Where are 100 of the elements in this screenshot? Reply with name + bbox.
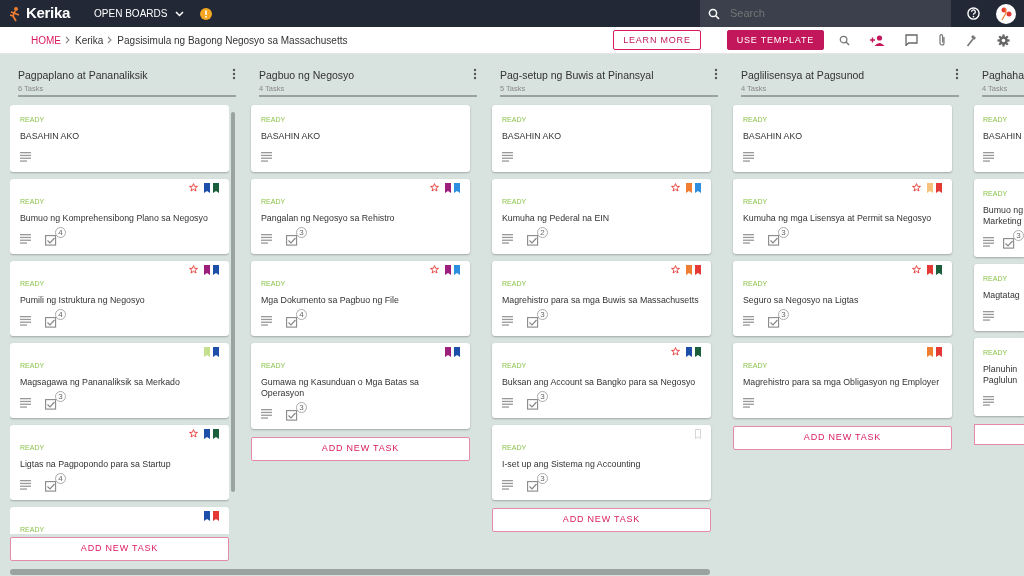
task-title: Magrehistro para sa mga Buwis sa Massachusetts (502, 294, 700, 306)
help-icon[interactable] (967, 7, 980, 20)
kebab-menu-icon[interactable] (232, 68, 236, 80)
settings-icon[interactable] (997, 33, 1010, 47)
add-task-button[interactable]: ADD NEW TASK (733, 425, 952, 450)
alert-icon (200, 7, 213, 20)
star-icon[interactable] (912, 182, 921, 192)
description-icon (502, 234, 513, 245)
checklist-count: 3 (537, 390, 548, 402)
description-icon (983, 152, 994, 163)
paperclip-icon[interactable] (938, 33, 946, 47)
task-title: Magtatag (983, 289, 1021, 301)
description-icon (502, 398, 513, 409)
description-icon (502, 480, 513, 491)
checklist-icon (1003, 235, 1015, 249)
description-icon (743, 316, 754, 327)
task-title: Pangalan ng Negosyo sa Rehistro (261, 212, 396, 224)
star-icon[interactable] (189, 428, 198, 438)
star-icon[interactable] (189, 182, 198, 192)
star-icon[interactable] (671, 346, 680, 356)
kebab-menu-icon[interactable] (473, 68, 477, 80)
description-icon (983, 396, 994, 407)
search-bar[interactable]: Search (700, 0, 951, 27)
chevron-icon (107, 36, 114, 44)
kebab-menu-icon[interactable] (714, 68, 718, 80)
description-icon (261, 316, 272, 327)
checklist-count: 4 (296, 308, 307, 320)
task-title: Gumawa ng Kasunduan o Mga Batas sa Operasyon (261, 376, 420, 399)
breadcrumb-item[interactable]: Kerika (75, 32, 104, 48)
add-task-button[interactable]: ADD NEW TASK (10, 536, 229, 561)
column-title: Paglilisensya at Pagsunod (741, 68, 866, 83)
description-icon (261, 234, 272, 245)
column-title: Paghaha (982, 68, 1024, 83)
search-icon (708, 7, 720, 20)
task-title: I-set up ang Sistema ng Accounting (502, 458, 642, 470)
task-title: BASAHIN AKO (743, 130, 804, 142)
task-title: Planuhin Paglulun (983, 363, 1019, 386)
checklist-icon (45, 314, 57, 328)
checklist-count: 2 (537, 226, 548, 238)
checklist-count: 3 (1013, 229, 1024, 241)
kebab-menu-icon[interactable] (955, 68, 959, 80)
checklist-icon (527, 396, 539, 410)
checklist-count: 3 (296, 401, 307, 413)
breadcrumb-item[interactable]: Pagsisimula ng Bagong Negosyo sa Massachusetts (117, 32, 348, 48)
description-icon (20, 152, 31, 163)
checklist-icon (45, 478, 57, 492)
checklist-count: 3 (55, 390, 66, 402)
add-person-icon[interactable] (870, 34, 885, 46)
description-icon (502, 152, 513, 163)
description-icon (743, 398, 754, 409)
add-task-button[interactable] (974, 423, 1024, 445)
checklist-icon (286, 232, 298, 246)
app-logo[interactable]: Kerika (26, 2, 71, 25)
chevron-icon (65, 36, 71, 44)
task-title: BASAHIN AKO (261, 130, 322, 142)
checklist-icon (768, 314, 780, 328)
checklist-icon (768, 232, 780, 246)
search-icon[interactable] (839, 34, 850, 46)
chat-icon[interactable] (905, 34, 918, 46)
checklist-count: 3 (537, 308, 548, 320)
star-icon[interactable] (671, 182, 680, 192)
star-icon[interactable] (430, 264, 439, 274)
task-title: BASAHIN AKO (502, 130, 563, 142)
description-icon (983, 237, 994, 248)
checklist-icon (527, 314, 539, 328)
checklist-count: 3 (778, 226, 789, 238)
wand-icon[interactable] (966, 33, 977, 47)
star-icon[interactable] (671, 264, 680, 274)
task-title: Pumili ng Istruktura ng Negosyo (20, 294, 146, 306)
checklist-icon (45, 396, 57, 410)
task-title: Kumuha ng mga Lisensya at Permit sa Negosyo (743, 212, 933, 224)
star-icon[interactable] (430, 182, 439, 192)
star-icon[interactable] (189, 264, 198, 274)
checklist-count: 3 (296, 226, 307, 238)
checklist-count: 4 (55, 226, 66, 238)
description-icon (20, 316, 31, 327)
column-title: Pag-setup ng Buwis at Pinansyal (500, 68, 655, 83)
checklist-count: 4 (55, 472, 66, 484)
checklist-icon (527, 478, 539, 492)
add-task-button[interactable]: ADD NEW TASK (492, 507, 711, 532)
runner-icon (8, 5, 22, 22)
description-icon (743, 234, 754, 245)
checklist-icon (45, 232, 57, 246)
description-icon (983, 311, 994, 322)
home-link[interactable]: HOME (31, 32, 61, 48)
avatar-icon[interactable] (996, 3, 1016, 24)
checklist-count: 3 (537, 472, 548, 484)
task-title: Mga Dokumento sa Pagbuo ng File (261, 294, 400, 306)
use-template-button[interactable]: USE TEMPLATE (726, 30, 824, 50)
star-icon[interactable] (912, 264, 921, 274)
task-title: BASAHIN AKO (20, 130, 81, 142)
description-icon (502, 316, 513, 327)
description-icon (20, 234, 31, 245)
add-task-button[interactable]: ADD NEW TASK (251, 436, 470, 461)
open-boards-menu[interactable]: OPEN BOARDS (94, 8, 185, 19)
learn-more-button[interactable]: LEARN MORE (613, 30, 701, 50)
description-icon (743, 152, 754, 163)
search-field[interactable]: Search (728, 4, 948, 23)
task-title: Kumuha ng Pederal na EIN (502, 212, 611, 224)
column-title: Pagbuo ng Negosyo (259, 68, 356, 83)
